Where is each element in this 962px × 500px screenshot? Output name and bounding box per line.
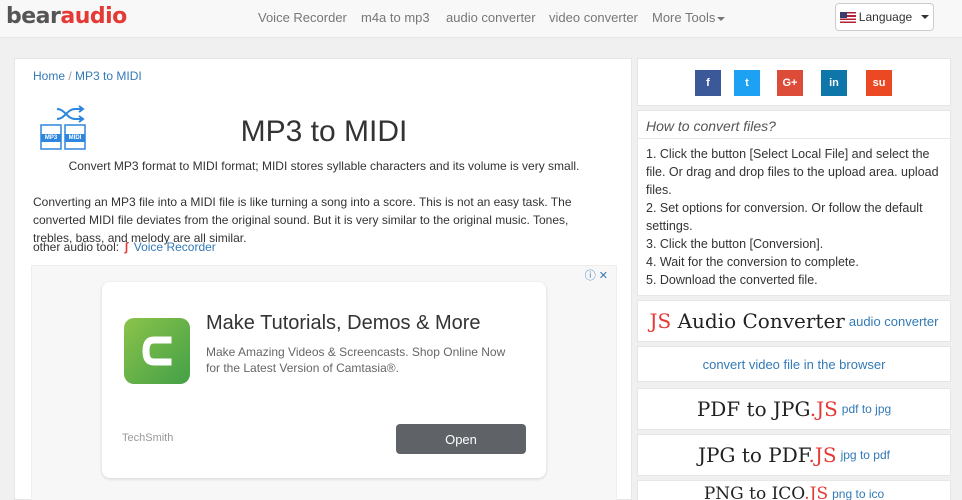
ad-headline: Make Tutorials, Demos & More — [206, 312, 481, 334]
page-subtitle: Convert MP3 format to MIDI format; MIDI … — [68, 159, 580, 173]
jpg-to-pdf-link[interactable]: jpg to pdf — [841, 448, 890, 462]
js-label: .JS — [809, 397, 838, 421]
png-to-ico-link[interactable]: png to ico — [832, 485, 884, 500]
jpg-to-pdf-logo: JPG to PDF.JS — [698, 443, 837, 467]
howto-step: 3. Click the button [Conversion]. — [646, 237, 824, 251]
page-description: Converting an MP3 file into a MIDI file … — [33, 195, 572, 245]
pdf-to-jpg-logo: PDF to JPG.JS — [697, 397, 838, 421]
breadcrumb: Home / MP3 to MIDI — [33, 69, 142, 83]
language-button[interactable]: Language — [835, 3, 934, 31]
howto-step: 4. Wait for the conversion to complete. — [646, 255, 859, 269]
us-flag-icon — [839, 11, 856, 23]
stumbleupon-share-button[interactable]: su — [866, 70, 892, 96]
howto-step: 2. Set options for conversion. Or follow… — [646, 201, 923, 233]
caret-down-icon — [717, 16, 726, 21]
nav-m4a-to-mp3[interactable]: m4a to mp3 — [361, 10, 430, 25]
ad-banner: ⓘ ✕ Make Tutorials, Demos & More Make Am… — [31, 265, 617, 500]
js-label: .JS — [808, 443, 837, 467]
other-tools: other audio tool: ʃ Voice Recorder — [33, 240, 216, 254]
language-label: Language — [858, 10, 913, 24]
nav-voice-recorder[interactable]: Voice Recorder — [258, 10, 347, 25]
breadcrumb-separator: / — [65, 69, 76, 83]
png-to-ico-logo: PNG to ICO.JS — [704, 485, 828, 500]
jpg-to-pdf-card[interactable]: JPG to PDF.JS jpg to pdf — [637, 434, 951, 476]
facebook-share-button[interactable]: f — [695, 70, 721, 96]
audio-converter-link[interactable]: audio converter — [849, 314, 939, 329]
pdf-to-jpg-brand: PDF to JPG — [696, 397, 810, 421]
caret-down-icon — [921, 15, 930, 19]
nav-audio-converter[interactable]: audio converter — [446, 10, 536, 25]
pdf-to-jpg-link[interactable]: pdf to jpg — [842, 402, 891, 416]
ad-choices-icon[interactable]: ⓘ ✕ — [585, 267, 608, 283]
video-converter-link[interactable]: convert video file in the browser — [703, 357, 886, 372]
audio-converter-brand: Audio Converter — [671, 309, 845, 333]
jpg-to-pdf-brand: JPG to PDF — [698, 443, 809, 467]
ad-card[interactable]: Make Tutorials, Demos & More Make Amazin… — [102, 282, 546, 478]
pdf-to-jpg-card[interactable]: PDF to JPG.JS pdf to jpg — [637, 388, 951, 430]
nav-video-converter[interactable]: video converter — [549, 10, 638, 25]
linkedin-share-button[interactable]: in — [821, 70, 847, 96]
nav-more-label: More Tools — [652, 10, 716, 25]
breadcrumb-home[interactable]: Home — [33, 69, 65, 83]
howto-panel: How to convert files? 1. Click the butto… — [637, 110, 951, 296]
main-content: Home / MP3 to MIDI MP3 MIDI MP3 to MIDI … — [14, 58, 632, 500]
howto-steps: 1. Click the button [Select Local File] … — [646, 145, 948, 289]
other-tools-label: other audio tool: — [33, 240, 120, 254]
ad-open-button[interactable]: Open — [396, 424, 526, 454]
breadcrumb-current[interactable]: MP3 to MIDI — [75, 69, 142, 83]
howto-step: 5. Download the converted file. — [646, 273, 818, 287]
logo-text-bear: bear — [6, 4, 61, 29]
site-logo[interactable]: bearaudio — [6, 4, 127, 29]
other-tools-link[interactable]: Voice Recorder — [134, 240, 216, 254]
js-audio-converter-card[interactable]: JS Audio Converter audio converter — [637, 300, 951, 342]
howto-step: 1. Click the button [Select Local File] … — [646, 147, 939, 197]
js-audio-converter-logo: JS Audio Converter — [650, 309, 845, 333]
js-label: .JS — [804, 484, 829, 500]
microphone-icon: ʃ — [124, 240, 129, 254]
nav-more-tools[interactable]: More Tools — [652, 10, 726, 25]
ad-body: Make Amazing Videos & Screencasts. Shop … — [206, 345, 506, 375]
top-navbar: bearaudio Voice Recorder m4a to mp3 audi… — [0, 0, 962, 38]
video-converter-card[interactable]: convert video file in the browser — [637, 346, 951, 382]
logo-text-audio: audio — [60, 4, 127, 29]
png-to-ico-brand: PNG to ICO — [703, 484, 805, 500]
camtasia-logo-icon — [124, 318, 190, 384]
png-to-ico-card[interactable]: PNG to ICO.JS png to ico — [637, 480, 951, 500]
ad-advertiser: TechSmith — [122, 432, 174, 444]
googleplus-share-button[interactable]: G+ — [777, 70, 803, 96]
page-title: MP3 to MIDI — [240, 115, 408, 148]
share-bar: f t G+ in su — [637, 58, 951, 106]
js-label: JS — [649, 309, 672, 333]
twitter-share-button[interactable]: t — [734, 70, 760, 96]
howto-title: How to convert files? — [638, 111, 950, 139]
